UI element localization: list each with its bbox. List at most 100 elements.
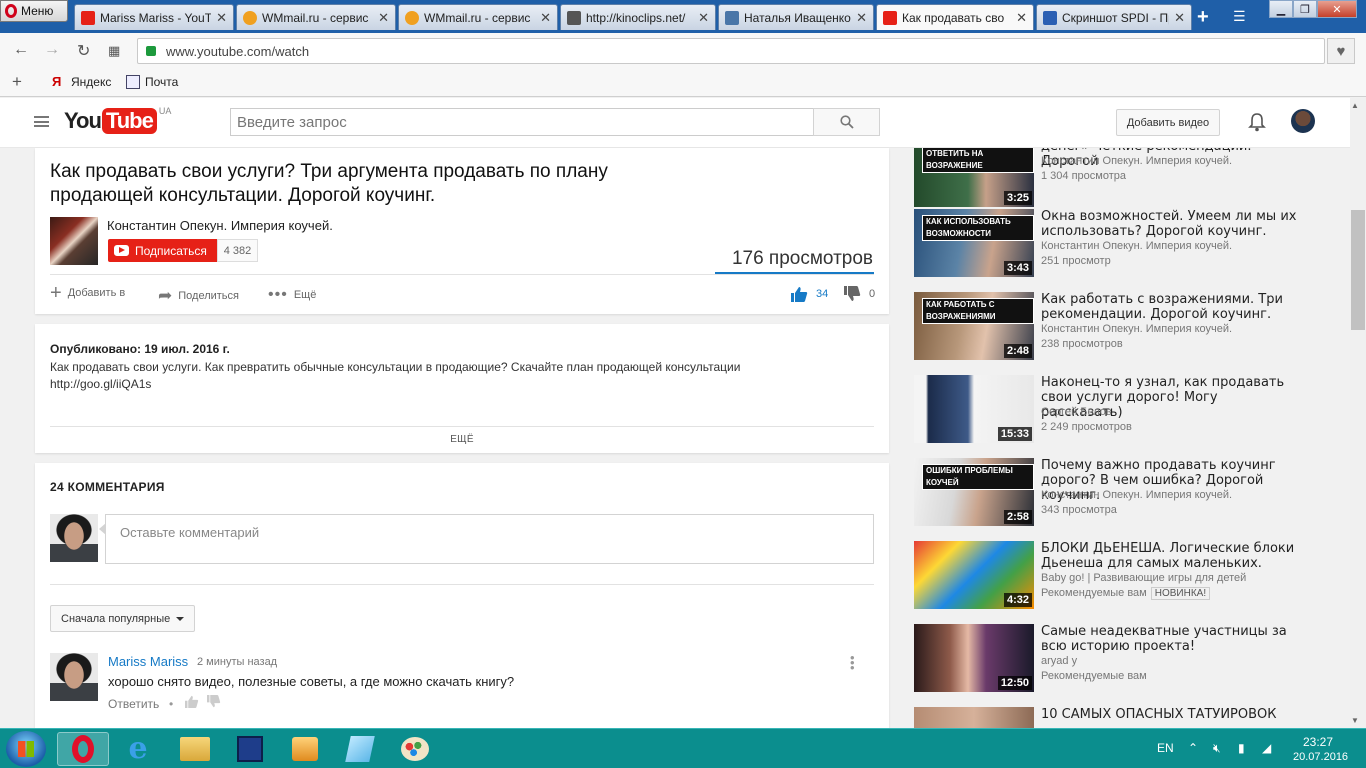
- browser-tab[interactable]: Mariss Mariss - YouT ✕: [74, 4, 234, 30]
- video-thumbnail[interactable]: 4:32: [914, 541, 1034, 609]
- video-thumbnail[interactable]: 12:50: [914, 624, 1034, 692]
- like-button[interactable]: 34: [790, 286, 828, 302]
- volume-icon[interactable]: 🔇︎: [1213, 741, 1221, 756]
- comment-like-icon[interactable]: [184, 695, 199, 711]
- related-video-item[interactable]: 12:50 Самые неадекватные участницы за вс…: [914, 624, 1304, 694]
- bookmark-heart-icon[interactable]: ♥: [1327, 38, 1355, 64]
- upload-video-button[interactable]: Добавить видео: [1116, 109, 1220, 136]
- comment-dislike-icon[interactable]: [206, 695, 221, 711]
- browser-tab[interactable]: WMmail.ru - сервис ✕: [236, 4, 396, 30]
- dislike-button[interactable]: 0: [843, 286, 875, 302]
- opera-menu-button[interactable]: Меню: [0, 0, 68, 22]
- related-video-item[interactable]: 4:32 БЛОКИ ДЬЕНЕША. Логические блоки Дье…: [914, 541, 1304, 611]
- paint-icon[interactable]: [389, 732, 441, 766]
- related-video-item[interactable]: КАК РАБОТАТЬ С ВОЗРАЖЕНИЯМИ 2:48 Как раб…: [914, 292, 1304, 362]
- comment-author-link[interactable]: Mariss Mariss: [108, 654, 188, 669]
- notepad-icon[interactable]: [334, 732, 386, 766]
- new-tab-plus-icon[interactable]: +: [1197, 6, 1209, 29]
- start-button[interactable]: [6, 731, 46, 767]
- video-thumbnail[interactable]: КАК ИСПОЛЬЗОВАТЬ ВОЗМОЖНОСТИ 3:43: [914, 209, 1034, 277]
- address-field[interactable]: www.youtube.com/watch: [137, 38, 1325, 64]
- add-bookmark-icon[interactable]: +: [12, 72, 22, 92]
- video-thumbnail[interactable]: 15:33: [914, 375, 1034, 443]
- search-input[interactable]: [230, 108, 814, 136]
- more-actions-button[interactable]: ••• Ещё: [268, 286, 316, 304]
- close-icon[interactable]: ✕: [1016, 10, 1027, 26]
- page-scrollbar[interactable]: [1350, 98, 1366, 728]
- show-more-button[interactable]: ЕЩЁ: [35, 434, 889, 445]
- reply-button[interactable]: Ответить: [108, 697, 159, 711]
- channel-name-link[interactable]: Константин Опекун. Империя коучей.: [107, 218, 333, 233]
- maximize-icon[interactable]: ❐: [1293, 0, 1317, 18]
- window-close-icon[interactable]: ✕: [1317, 0, 1357, 18]
- clock-time[interactable]: 23:27: [1303, 735, 1333, 749]
- close-icon[interactable]: ✕: [216, 10, 227, 26]
- share-button[interactable]: ➦ Поделиться: [158, 286, 239, 306]
- browser-tab[interactable]: http://kinoclips.net/ ✕: [560, 4, 716, 30]
- related-video-item[interactable]: ОТВЕТИТЬ НА ВОЗРАЖЕНИЕ 3:25 денег» Четки…: [914, 148, 1304, 209]
- comment-input[interactable]: Оставьте комментарий: [99, 514, 874, 564]
- scrollbar-thumb[interactable]: [1351, 210, 1365, 330]
- speed-dial-grid-icon[interactable]: ▦: [108, 43, 120, 59]
- video-thumbnail[interactable]: ОШИБКИ ПРОБЛЕМЫ КОУЧЕЙ 2:58: [914, 458, 1034, 526]
- scroll-up-arrow-icon[interactable]: ▲: [1351, 101, 1359, 110]
- language-indicator[interactable]: EN: [1157, 741, 1174, 755]
- related-video-title[interactable]: Как работать с возражениями. Три рекомен…: [1041, 292, 1303, 322]
- account-avatar[interactable]: [1291, 109, 1315, 133]
- related-video-item[interactable]: КАК ИСПОЛЬЗОВАТЬ ВОЗМОЖНОСТИ 3:43 Окна в…: [914, 209, 1304, 279]
- comment-author-avatar[interactable]: [50, 653, 98, 701]
- comment-timestamp[interactable]: 2 минуты назад: [197, 656, 277, 668]
- description-link[interactable]: http://goo.gl/iiQA1s: [50, 376, 850, 393]
- save-disk-icon[interactable]: [224, 732, 276, 766]
- minimize-icon[interactable]: ▁: [1269, 0, 1293, 18]
- related-video-title[interactable]: 10 САМЫХ ОПАСНЫХ ТАТУИРОВОК: [1041, 707, 1303, 722]
- show-hidden-icons-icon[interactable]: ⌃: [1188, 741, 1198, 755]
- browser-tab[interactable]: WMmail.ru - сервис ✕: [398, 4, 558, 30]
- related-video-item[interactable]: 15:33 Наконец-то я узнал, как продавать …: [914, 375, 1304, 445]
- related-video-item[interactable]: ОШИБКИ ПРОБЛЕМЫ КОУЧЕЙ 2:58 Почему важно…: [914, 458, 1304, 528]
- sort-comments-dropdown[interactable]: Сначала популярные: [50, 605, 195, 632]
- scroll-down-arrow-icon[interactable]: ▼: [1351, 716, 1359, 725]
- video-thumbnail[interactable]: ОТВЕТИТЬ НА ВОЗРАЖЕНИЕ 3:25: [914, 148, 1034, 207]
- bookmark-yandex[interactable]: Я Яндекс: [52, 75, 111, 90]
- back-arrow-icon[interactable]: ←: [13, 41, 29, 59]
- reload-icon[interactable]: ↻: [77, 41, 90, 61]
- logo-region: UA: [158, 106, 172, 116]
- clock-date[interactable]: 20.07.2016: [1293, 751, 1348, 763]
- add-to-button[interactable]: + Добавить в: [50, 283, 125, 303]
- close-icon[interactable]: ✕: [698, 10, 709, 26]
- related-video-author: Константин Опекун. Империя коучей.: [1041, 323, 1233, 335]
- opera-icon[interactable]: [57, 732, 109, 766]
- close-icon[interactable]: ✕: [1174, 10, 1185, 26]
- video-thumbnail[interactable]: КАК РАБОТАТЬ С ВОЗРАЖЕНИЯМИ 2:48: [914, 292, 1034, 360]
- youtube-logo[interactable]: You Tube UA: [64, 106, 172, 134]
- subscribe-button[interactable]: Подписаться: [108, 239, 217, 262]
- video-thumbnail[interactable]: [914, 707, 1034, 728]
- network-signal-icon[interactable]: ◢: [1262, 741, 1271, 755]
- browser-tab[interactable]: Скриншот SPDI - Пр ✕: [1036, 4, 1192, 30]
- guide-menu-icon[interactable]: [34, 116, 49, 127]
- power-icon[interactable]: ▮: [1238, 741, 1245, 755]
- related-video-views: 343 просмотра: [1041, 504, 1117, 516]
- forward-arrow-icon[interactable]: →: [44, 41, 60, 59]
- tab-list-icon[interactable]: ☰: [1233, 8, 1246, 25]
- related-video-title[interactable]: Самые неадекватные участницы за всю исто…: [1041, 624, 1303, 654]
- browser-tab-active[interactable]: Как продавать сво ✕: [876, 4, 1034, 30]
- bookmark-mail[interactable]: Почта: [126, 75, 178, 89]
- related-video-title[interactable]: Окна возможностей. Умеем ли мы их исполь…: [1041, 209, 1303, 239]
- related-video-title[interactable]: БЛОКИ ДЬЕНЕША. Логические блоки Дьенеша …: [1041, 541, 1303, 571]
- close-icon[interactable]: ✕: [540, 10, 551, 26]
- file-explorer-icon[interactable]: [169, 732, 221, 766]
- comment-menu-icon[interactable]: • • •: [850, 651, 855, 674]
- internet-explorer-icon[interactable]: e: [112, 732, 164, 766]
- notifications-bell-icon[interactable]: [1248, 112, 1266, 135]
- search-button[interactable]: [813, 108, 880, 136]
- related-video-item[interactable]: 10 САМЫХ ОПАСНЫХ ТАТУИРОВОК: [914, 707, 1304, 728]
- channel-avatar[interactable]: [50, 217, 98, 265]
- publish-date: Опубликовано: 19 июл. 2016 г.: [50, 342, 230, 356]
- url-text: www.youtube.com/watch: [166, 43, 310, 59]
- browser-tab[interactable]: Наталья Иващенко ✕: [718, 4, 874, 30]
- close-icon[interactable]: ✕: [378, 10, 389, 26]
- media-player-icon[interactable]: [279, 732, 331, 766]
- close-icon[interactable]: ✕: [856, 10, 867, 26]
